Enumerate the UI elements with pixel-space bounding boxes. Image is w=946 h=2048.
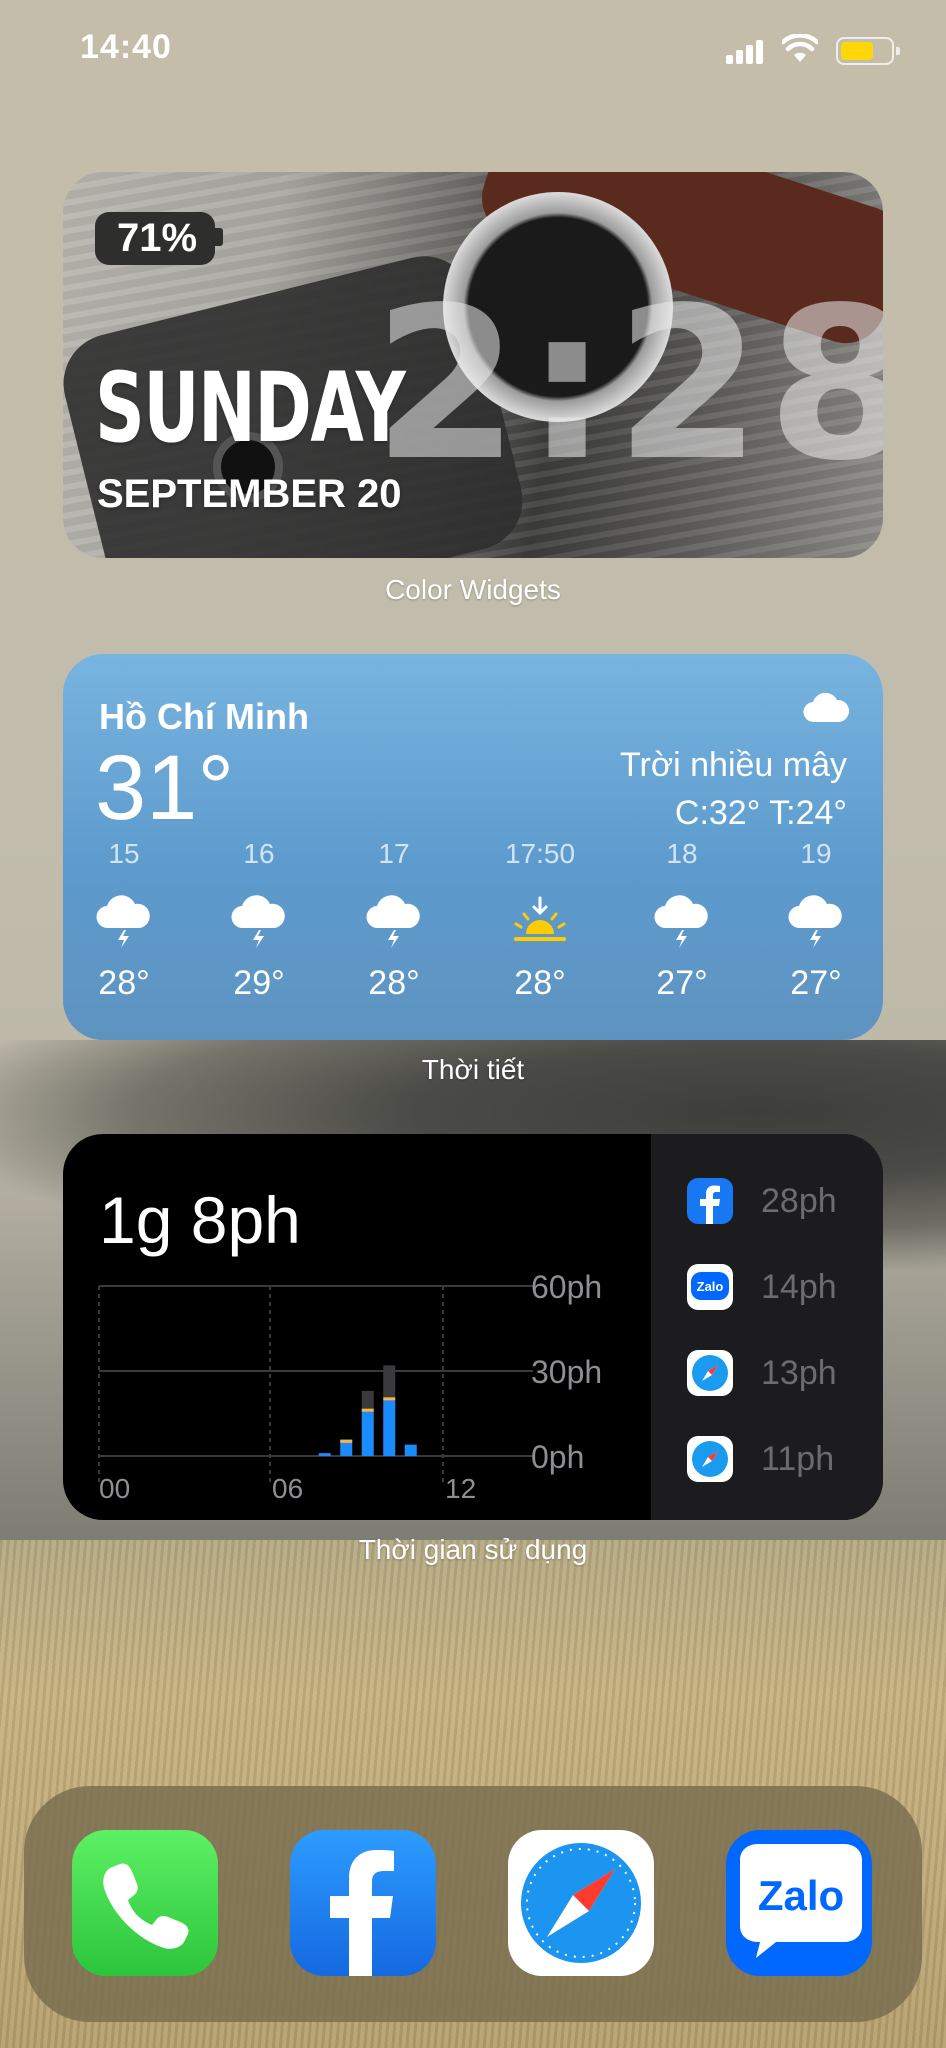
app-usage-list: 28ph Zalo 14ph 13ph 11ph [651, 1134, 883, 1520]
color-widget-caption: Color Widgets [385, 574, 561, 605]
app-usage-row[interactable]: 28ph [651, 1172, 883, 1232]
thunderstorm-icon [786, 894, 846, 950]
forecast-hour: 17:50 28° [504, 838, 576, 1002]
usage-bar-secondary [383, 1365, 396, 1400]
thunderstorm-icon [652, 894, 712, 950]
cloud-icon [803, 692, 849, 723]
forecast-hour: 15 28° [63, 838, 189, 1003]
y-tick-label: 60ph [531, 1269, 602, 1305]
screen-time-caption: Thời gian sử dụng [358, 1534, 588, 1565]
forecast-hour: 17 28° [329, 838, 459, 1003]
color-widget[interactable]: 2:28 71% SUNDAY SEPTEMBER 20 [63, 172, 883, 558]
battery-icon [836, 37, 900, 65]
usage-chart: 60ph 30ph 0ph 00 06 12 [98, 1269, 602, 1504]
forecast-hour: 16 29° [194, 838, 324, 1003]
usage-bar [404, 1444, 417, 1456]
day-label: SUNDAY [95, 352, 406, 464]
high-low-temperature: C:32° T:24° [674, 794, 847, 832]
usage-bar-divider [340, 1439, 353, 1443]
safari-icon [687, 1350, 733, 1396]
app-usage-row[interactable]: 11ph [651, 1430, 883, 1490]
status-time: 14:40 [80, 28, 172, 66]
thunderstorm-icon [94, 894, 154, 950]
usage-bar-divider [383, 1397, 396, 1401]
zalo-icon: Zalo [687, 1264, 733, 1310]
current-temperature: 31° [95, 737, 235, 839]
y-tick-label: 30ph [531, 1354, 602, 1390]
dock: Zalo [24, 1786, 922, 2022]
svg-text:Zalo: Zalo [697, 1279, 724, 1294]
weather-condition: Trời nhiều mây [620, 746, 847, 784]
phone-icon[interactable] [72, 1830, 218, 1976]
cellular-signal-icon [726, 40, 766, 64]
safari-icon [687, 1436, 733, 1482]
zalo-label: Zalo [758, 1872, 844, 1919]
zalo-icon[interactable]: Zalo [726, 1830, 872, 1976]
usage-bar [340, 1441, 353, 1456]
weather-widget[interactable]: Hồ Chí Minh 31° Trời nhiều mây C:32° T:2… [63, 654, 883, 1040]
battery-badge: 71% [95, 212, 224, 265]
widget-clock: 2:28 [373, 262, 883, 507]
weather-widget-caption: Thời tiết [421, 1054, 525, 1085]
wifi-icon [782, 34, 818, 62]
screen-time-widget[interactable]: 1g 8ph 60ph 30ph 0ph 00 06 12 28ph Zalo … [63, 1134, 883, 1520]
x-tick-label: 06 [272, 1473, 303, 1504]
date-label: SEPTEMBER 20 [97, 472, 402, 516]
usage-bar-secondary [361, 1390, 374, 1411]
app-usage-row[interactable]: 13ph [651, 1344, 883, 1404]
usage-bar [318, 1453, 331, 1456]
app-usage-row[interactable]: Zalo 14ph [651, 1258, 883, 1318]
facebook-icon[interactable] [290, 1830, 436, 1976]
city-name: Hồ Chí Minh [99, 696, 309, 737]
status-bar: 14:40 [0, 0, 946, 100]
forecast-hour: 19 27° [751, 838, 881, 1003]
x-tick-label: 12 [445, 1473, 476, 1504]
y-tick-label: 0ph [531, 1439, 584, 1475]
safari-icon[interactable] [508, 1830, 654, 1976]
thunderstorm-icon [364, 894, 424, 950]
sunset-icon [510, 894, 570, 950]
usage-bar-divider [361, 1408, 374, 1412]
usage-bar [361, 1410, 374, 1456]
usage-bar [383, 1399, 396, 1456]
thunderstorm-icon [229, 894, 289, 950]
facebook-icon [687, 1178, 733, 1224]
x-tick-label: 00 [99, 1473, 130, 1504]
forecast-hour: 18 27° [617, 838, 747, 1003]
